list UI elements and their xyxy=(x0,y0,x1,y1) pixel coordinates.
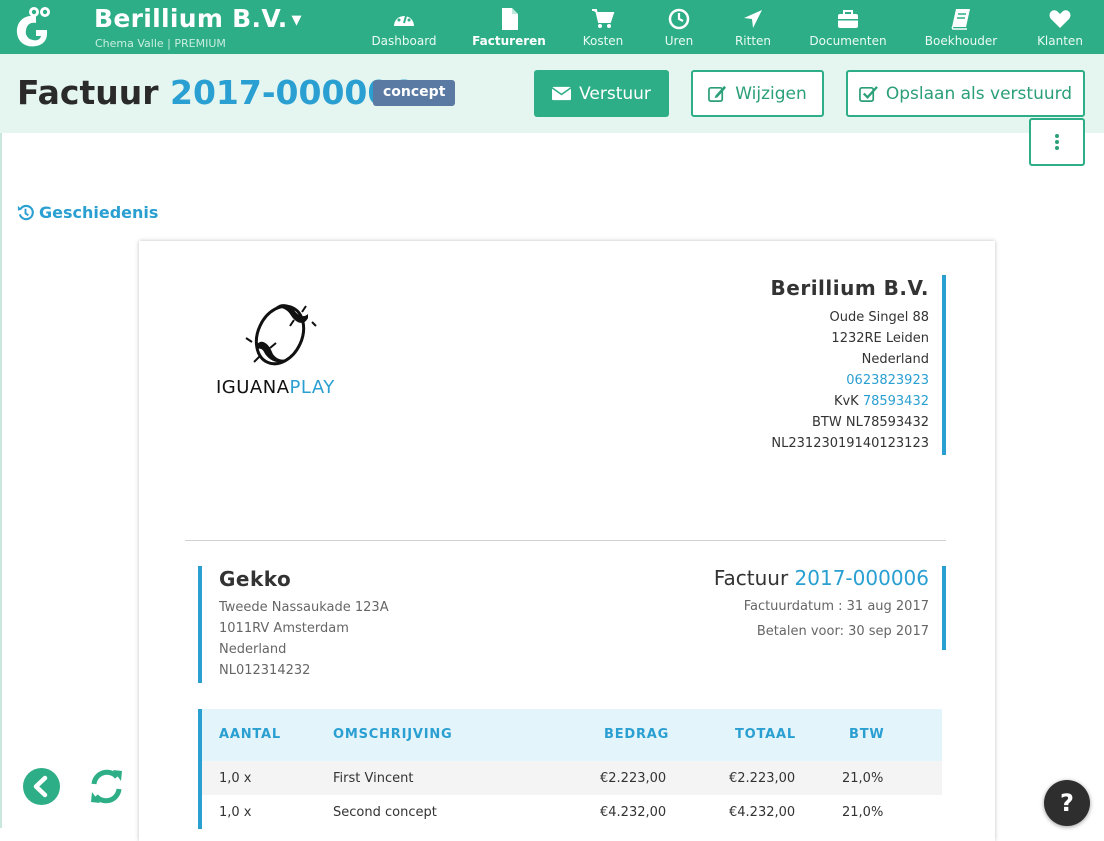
history-label: Geschiedenis xyxy=(39,203,159,222)
caret-down-icon: ▼ xyxy=(291,12,302,28)
nav-ritten[interactable]: Ritten xyxy=(703,0,803,54)
send-button[interactable]: Verstuur xyxy=(534,70,669,117)
history-icon xyxy=(17,204,34,221)
row-total: €4.232,00 xyxy=(729,805,796,820)
wordmark-part-b: PLAY xyxy=(289,377,335,398)
nav-factureren[interactable]: Factureren xyxy=(459,0,559,54)
title-prefix: Factuur xyxy=(17,73,159,112)
nav-label: Ritten xyxy=(734,34,772,48)
heart-icon xyxy=(1048,8,1072,30)
sender-accent-bar xyxy=(942,275,946,455)
client-vat: NL012314232 xyxy=(219,663,311,678)
nav-documenten[interactable]: Documenten xyxy=(798,0,898,54)
nav-label: Boekhouder xyxy=(924,34,998,48)
client-name: Gekko xyxy=(219,567,292,591)
chevron-left-icon xyxy=(23,768,60,805)
row-vat: 21,0% xyxy=(842,771,884,786)
edit-button[interactable]: Wijzigen xyxy=(691,70,824,117)
row-vat: 21,0% xyxy=(842,805,884,820)
sender-street: Oude Singel 88 xyxy=(829,310,930,325)
column-header-bedrag: BEDRAG xyxy=(604,727,670,742)
save-as-sent-label: Opslaan als verstuurd xyxy=(885,83,1073,104)
refresh-button[interactable] xyxy=(87,767,126,806)
kvk-number-link[interactable]: 78593432 xyxy=(863,394,929,409)
edit-icon xyxy=(708,84,727,103)
sender-city: 1232RE Leiden xyxy=(831,331,929,346)
envelope-icon xyxy=(552,84,572,103)
table-header: AANTAL OMSCHRIJVING BEDRAG TOTAAL BTW xyxy=(198,709,942,761)
help-button[interactable]: ? xyxy=(1044,780,1090,826)
company-name: Berillium B.V. xyxy=(94,4,288,33)
client-city: 1011RV Amsterdam xyxy=(219,621,349,636)
left-border xyxy=(0,133,2,828)
row-amount: €4.232,00 xyxy=(600,805,667,820)
kvk-label: KvK xyxy=(833,394,859,409)
send-button-label: Verstuur xyxy=(579,83,651,104)
nav-label: Dashboard xyxy=(371,34,437,48)
check-square-icon xyxy=(858,84,878,103)
user-subscription-label: Chema Valle | PREMIUM xyxy=(95,37,226,50)
row-description: First Vincent xyxy=(333,771,414,786)
meta-invoice-number: 2017-000006 xyxy=(794,566,929,590)
column-header-btw: BTW xyxy=(849,727,885,742)
client-logo-wordmark: IGUANAPLAY xyxy=(216,377,335,398)
invoice-date: Factuurdatum : 31 aug 2017 xyxy=(743,599,929,614)
meta-title: Factuur 2017-000006 xyxy=(640,566,929,590)
location-arrow-icon xyxy=(741,8,765,30)
cart-icon xyxy=(591,8,615,30)
row-description: Second concept xyxy=(333,805,437,820)
back-button[interactable] xyxy=(23,768,60,805)
top-navigation-bar: Berillium B.V. ▼ Chema Valle | PREMIUM Da… xyxy=(0,0,1104,54)
sender-name: Berillium B.V. xyxy=(770,276,929,300)
book-icon xyxy=(949,8,973,30)
client-street: Tweede Nassaukade 123A xyxy=(219,600,389,615)
sender-country: Nederland xyxy=(861,352,929,367)
edit-button-label: Wijzigen xyxy=(735,83,807,104)
status-badge: concept xyxy=(373,80,456,106)
row-total: €2.223,00 xyxy=(729,771,796,786)
more-options-button[interactable] xyxy=(1029,118,1085,166)
wordmark-part-a: IGUANA xyxy=(216,377,290,398)
page-title: Factuur 2017-000006 xyxy=(17,73,413,112)
nav-label: Factureren xyxy=(472,34,546,48)
sender-kvk: KvK 78593432 xyxy=(649,391,929,412)
client-address: Gekko Tweede Nassaukade 123A 1011RV Amst… xyxy=(219,567,389,681)
refresh-icon xyxy=(87,767,126,806)
nav-dashboard[interactable]: Dashboard xyxy=(354,0,454,54)
save-as-sent-button[interactable]: Opslaan als verstuurd xyxy=(846,70,1085,117)
meta-title-prefix: Factuur xyxy=(713,566,789,590)
company-switcher[interactable]: Berillium B.V. ▼ xyxy=(94,4,302,33)
column-header-totaal: TOTAAL xyxy=(735,727,796,742)
table-row[interactable]: 1,0 x Second concept €4.232,00 €4.232,00… xyxy=(198,795,942,829)
invoice-due-date: Betalen voor: 30 sep 2017 xyxy=(756,624,929,639)
document-icon xyxy=(497,8,521,30)
clock-icon xyxy=(667,8,691,30)
nav-label: Klanten xyxy=(1037,34,1083,48)
history-link[interactable]: Geschiedenis xyxy=(17,203,158,222)
column-header-omschrijving: OMSCHRIJVING xyxy=(333,727,453,742)
row-amount: €2.223,00 xyxy=(600,771,667,786)
nav-klanten[interactable]: Klanten xyxy=(1010,0,1104,54)
column-header-aantal: AANTAL xyxy=(219,727,282,742)
sender-phone-link[interactable]: 0623823923 xyxy=(649,370,929,391)
vertical-ellipsis-icon xyxy=(1054,133,1060,151)
meta-accent-bar xyxy=(942,566,946,650)
table-row[interactable]: 1,0 x First Vincent €2.223,00 €2.223,00 … xyxy=(198,761,942,795)
app-logo-icon[interactable] xyxy=(14,6,54,48)
divider xyxy=(185,540,946,541)
dashboard-icon xyxy=(392,8,416,30)
client-country: Nederland xyxy=(219,642,287,657)
nav-boekhouder[interactable]: Boekhouder xyxy=(911,0,1011,54)
sender-iban: NL23123019140123123 xyxy=(771,436,929,451)
sender-btw: BTW NL78593432 xyxy=(812,415,929,430)
row-quantity: 1,0 x xyxy=(219,771,252,786)
sender-address: Berillium B.V. Oude Singel 88 1232RE Lei… xyxy=(649,275,929,454)
nav-label: Documenten xyxy=(809,34,887,48)
client-accent-bar xyxy=(198,566,202,683)
invoice-meta: Factuur 2017-000006 Factuurdatum : 31 au… xyxy=(640,566,929,644)
briefcase-icon xyxy=(836,8,860,30)
row-quantity: 1,0 x xyxy=(219,805,252,820)
